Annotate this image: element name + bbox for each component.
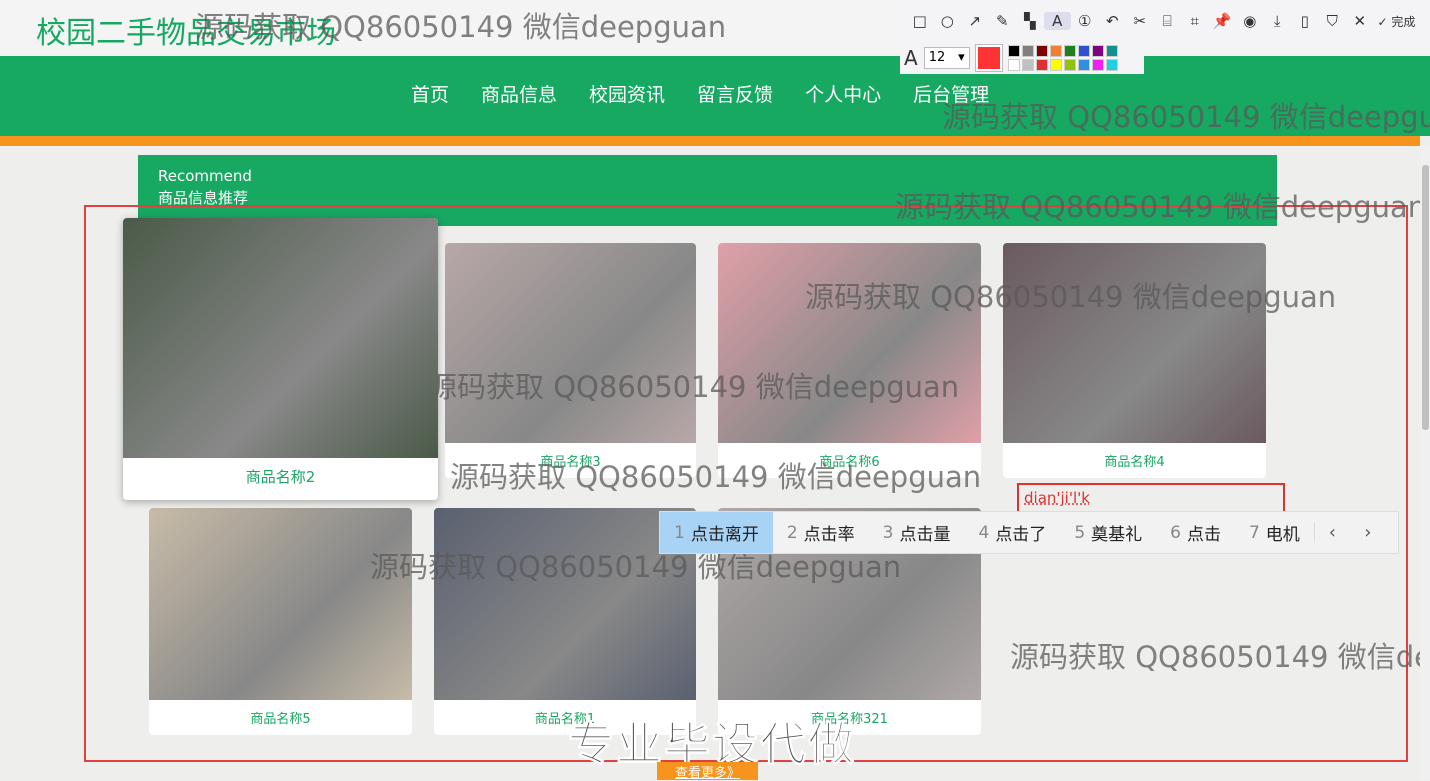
ocr-icon[interactable]: ⌗ <box>1181 12 1209 30</box>
cand-text: 电机 <box>1265 525 1300 545</box>
color-swatch[interactable] <box>1021 45 1034 57</box>
cand-num: 3 <box>882 522 894 543</box>
nav-products[interactable]: 商品信息 <box>465 80 573 107</box>
text-style-toolbar: A 12 ▾ <box>900 42 1144 74</box>
number-icon[interactable]: ① <box>1071 12 1099 30</box>
color-swatch[interactable] <box>1049 59 1062 71</box>
mosaic-icon[interactable]: ▚ <box>1016 12 1044 30</box>
cand-text: 点击 <box>1186 525 1221 545</box>
cand-num: 4 <box>978 522 990 543</box>
nav-feedback[interactable]: 留言反馈 <box>681 80 789 107</box>
pencil-icon[interactable]: ✎ <box>989 12 1017 30</box>
ime-candidate[interactable]: 6 点击 <box>1156 512 1235 553</box>
translate-icon[interactable]: ⌸ <box>1154 12 1182 30</box>
chevron-down-icon: ▾ <box>958 50 965 65</box>
product-image[interactable] <box>123 218 438 458</box>
cut-icon[interactable]: ✂ <box>1126 12 1154 30</box>
color-swatch[interactable] <box>1035 45 1048 57</box>
nav-admin[interactable]: 后台管理 <box>897 80 1005 107</box>
cand-num: 5 <box>1074 522 1086 543</box>
current-color[interactable] <box>974 44 1003 72</box>
phone-icon[interactable]: ▯ <box>1291 12 1319 30</box>
ime-candidate[interactable]: 5 奠基礼 <box>1060 512 1156 553</box>
nav-menu: 首页 商品信息 校园资讯 留言反馈 个人中心 后台管理 <box>395 80 1005 107</box>
cand-text: 点击率 <box>803 525 855 545</box>
ime-candidate[interactable]: 1 点击离开 <box>660 512 773 553</box>
text-icon[interactable]: A <box>1043 12 1071 30</box>
color-swatch[interactable] <box>1077 59 1090 71</box>
download-icon[interactable]: ⤓ <box>1264 12 1292 30</box>
pin-icon[interactable]: 📌 <box>1209 12 1237 30</box>
bookmark-icon[interactable]: ⛉ <box>1319 12 1347 30</box>
site-title[interactable]: 校园二手物品交易市场 <box>36 8 336 52</box>
cand-num: 2 <box>786 522 798 543</box>
screenshot-toolbar: □ ○ ↗ ✎ ▚ A ① ↶ ✂ ⌸ ⌗ 📌 ◉ ⤓ ▯ ⛉ ✕ ✓ 完成 <box>900 0 1430 42</box>
divider <box>0 136 1420 146</box>
color-palette <box>1007 45 1118 71</box>
view-more-button[interactable]: 查看更多》 <box>657 762 758 781</box>
font-size-value: 12 <box>928 50 946 65</box>
color-swatch[interactable] <box>1077 45 1090 57</box>
cand-num: 1 <box>674 522 685 543</box>
rectangle-icon[interactable]: □ <box>906 12 934 30</box>
nav-news[interactable]: 校园资讯 <box>573 80 681 107</box>
scrollbar-thumb[interactable] <box>1422 165 1429 430</box>
undo-icon[interactable]: ↶ <box>1099 12 1127 30</box>
color-swatch[interactable] <box>1035 59 1048 71</box>
color-swatch[interactable] <box>1063 45 1076 57</box>
color-swatch[interactable] <box>1105 59 1118 71</box>
recommend-en: Recommend <box>158 167 252 185</box>
close-icon[interactable]: ✕ <box>1346 12 1374 30</box>
record-icon[interactable]: ◉ <box>1236 12 1264 30</box>
cand-num: 6 <box>1170 522 1181 543</box>
ime-candidate[interactable]: 2 点击率 <box>773 512 869 553</box>
chevron-right-icon[interactable]: › <box>1350 522 1386 543</box>
font-size-select[interactable]: 12 ▾ <box>923 47 970 69</box>
color-swatch[interactable] <box>1091 59 1104 71</box>
ime-candidate[interactable]: 7 电机 <box>1235 512 1314 553</box>
color-swatch[interactable] <box>1021 59 1034 71</box>
color-swatch[interactable] <box>1063 59 1076 71</box>
chevron-left-icon[interactable]: ‹ <box>1313 522 1350 543</box>
nav-profile[interactable]: 个人中心 <box>789 80 897 107</box>
font-icon: A <box>904 46 918 70</box>
ime-candidate[interactable]: 4 点击了 <box>964 512 1060 553</box>
done-button[interactable]: ✓ 完成 <box>1378 13 1416 30</box>
cand-num: 7 <box>1248 522 1260 543</box>
product-name[interactable]: 商品名称2 <box>123 458 438 487</box>
color-swatch[interactable] <box>1105 45 1118 57</box>
product-card[interactable]: 商品名称2 <box>123 218 438 500</box>
ime-candidate-bar: 1 点击离开 2 点击率 3 点击量 4 点击了 5 奠基礼 6 点击 7 电机 ‹ › <box>659 511 1399 554</box>
color-swatch[interactable] <box>1007 45 1020 57</box>
cand-text: 点击离开 <box>690 525 759 545</box>
ime-candidate[interactable]: 3 点击量 <box>869 512 965 553</box>
color-swatch[interactable] <box>1091 45 1104 57</box>
arrow-icon[interactable]: ↗ <box>961 12 989 30</box>
nav-home[interactable]: 首页 <box>395 80 465 107</box>
cand-text: 奠基礼 <box>1091 525 1143 545</box>
color-swatch[interactable] <box>1007 59 1020 71</box>
ellipse-icon[interactable]: ○ <box>934 12 962 30</box>
color-swatch[interactable] <box>1049 45 1062 57</box>
cand-text: 点击量 <box>899 525 951 545</box>
cand-text: 点击了 <box>995 525 1047 545</box>
